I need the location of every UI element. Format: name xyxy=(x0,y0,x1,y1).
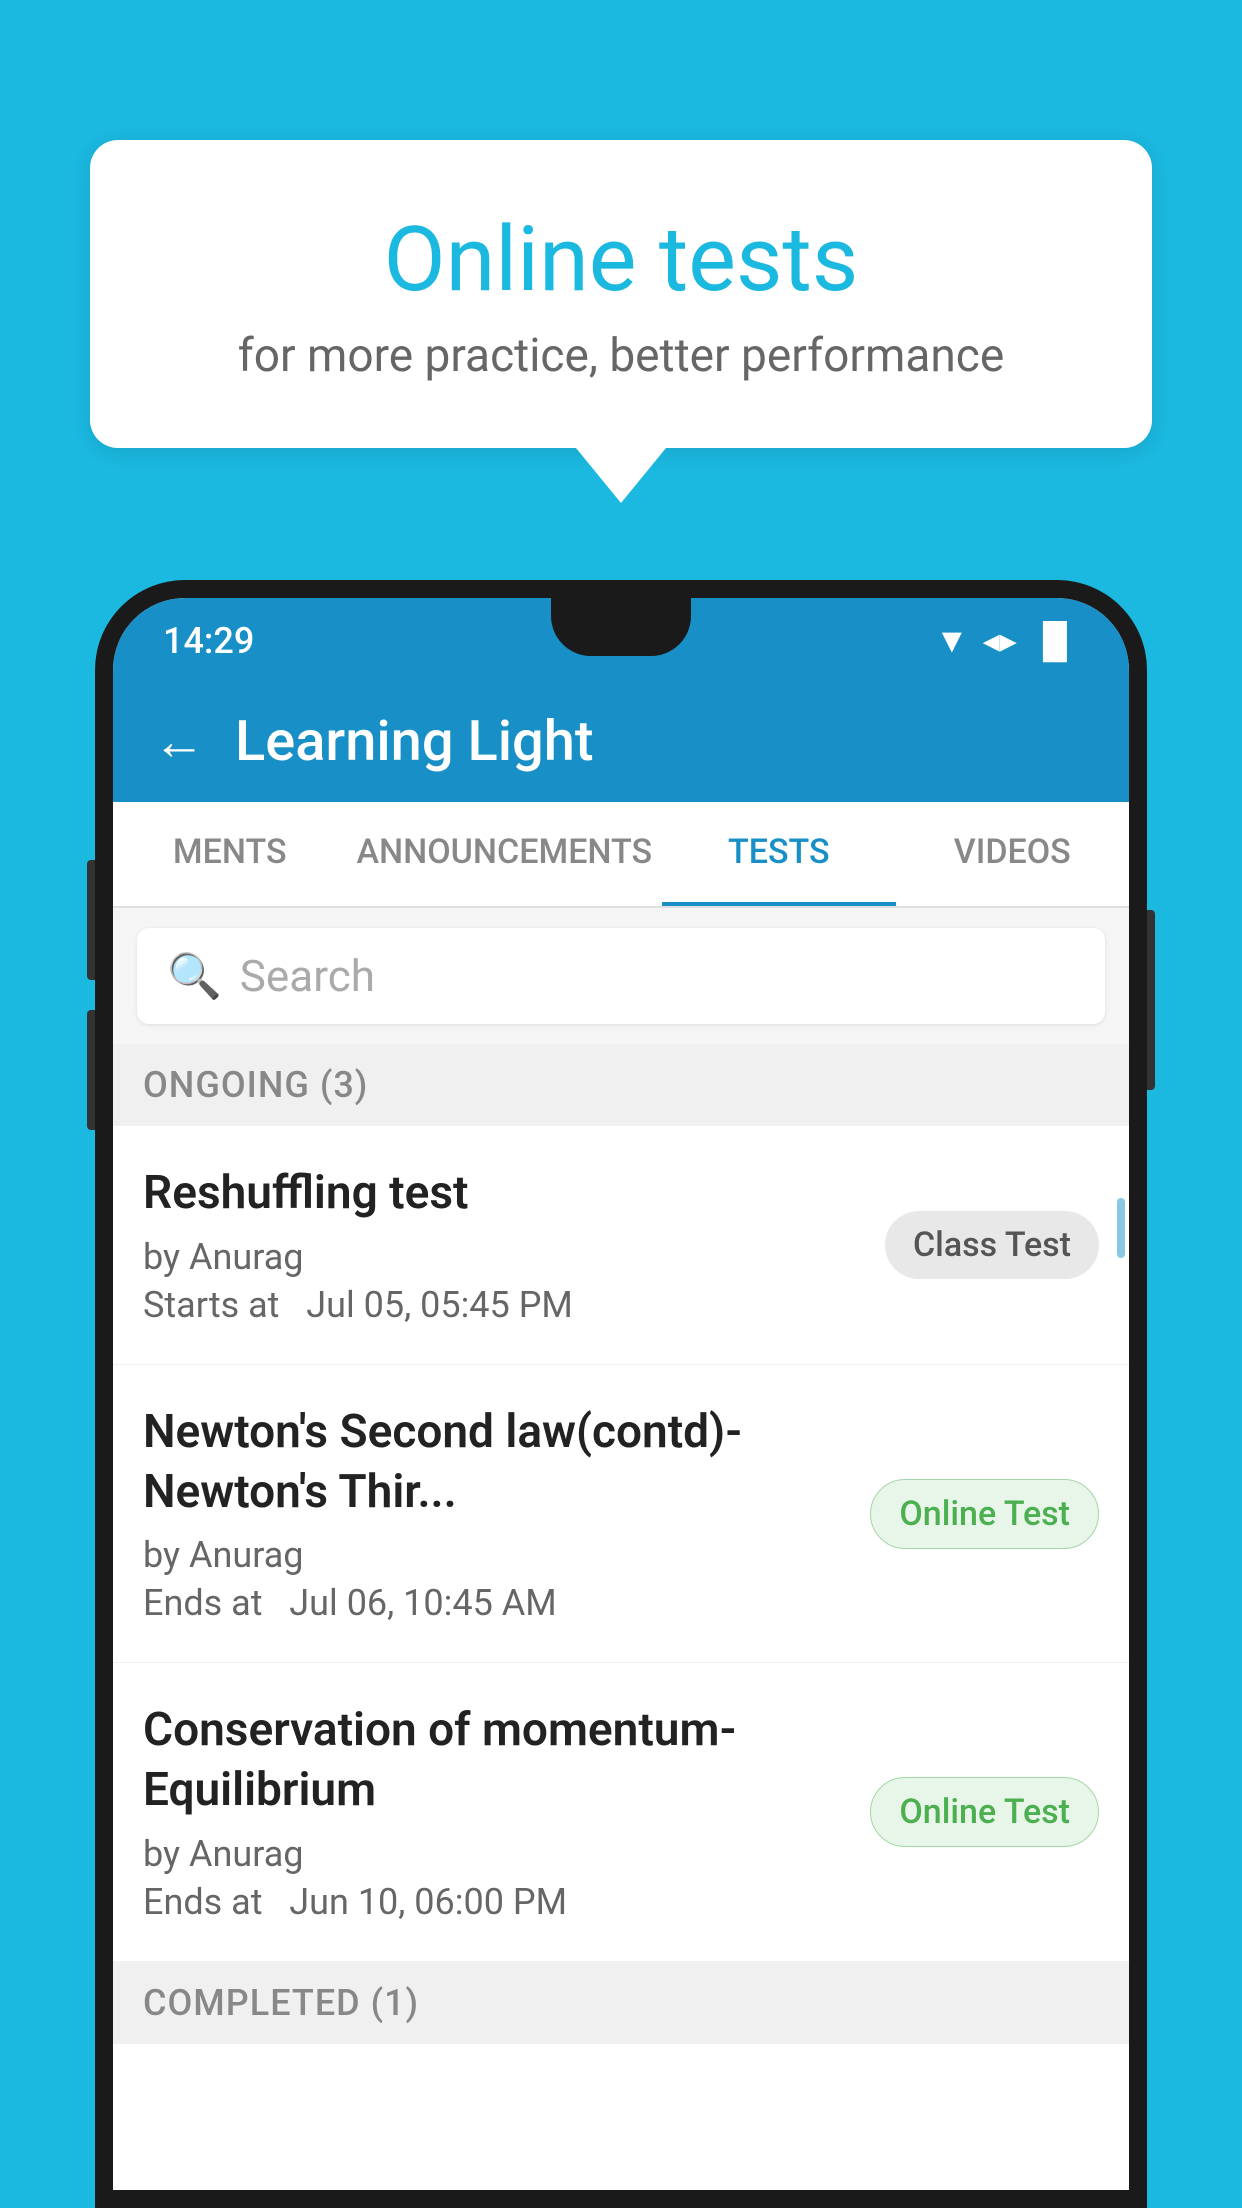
completed-section-header: COMPLETED (1) xyxy=(113,1962,1129,2044)
wifi-icon: ▼ xyxy=(935,621,969,661)
bubble-subtitle: for more practice, better performance xyxy=(150,329,1092,383)
app-bar: ← Learning Light xyxy=(113,680,1129,802)
speech-bubble: Online tests for more practice, better p… xyxy=(90,140,1152,448)
test-title-2: Newton's Second law(contd)-Newton's Thir… xyxy=(143,1403,850,1523)
search-placeholder: Search xyxy=(240,950,375,1002)
completed-label: COMPLETED (1) xyxy=(143,1982,419,2024)
test-info-1: Reshuffling test by Anurag Starts at Jul… xyxy=(143,1164,885,1326)
volume-up-button[interactable] xyxy=(87,860,95,980)
signal-icon: ◂▸ xyxy=(983,621,1017,661)
test-time-3: Ends at Jun 10, 06:00 PM xyxy=(143,1881,850,1923)
test-badge-1: Class Test xyxy=(885,1211,1099,1279)
search-bar[interactable]: 🔍 Search xyxy=(137,928,1105,1024)
test-info-2: Newton's Second law(contd)-Newton's Thir… xyxy=(143,1403,870,1625)
app-bar-title: Learning Light xyxy=(235,708,594,774)
test-item-2[interactable]: Newton's Second law(contd)-Newton's Thir… xyxy=(113,1365,1129,1664)
test-author-3: by Anurag xyxy=(143,1833,850,1875)
test-author-1: by Anurag xyxy=(143,1236,865,1278)
bubble-title: Online tests xyxy=(150,210,1092,309)
volume-down-button[interactable] xyxy=(87,1010,95,1130)
phone-frame: 14:29 ▼ ◂▸ ▐▌ ← Learning Light MENTS ANN… xyxy=(95,580,1147,2208)
tab-ments[interactable]: MENTS xyxy=(113,802,346,906)
test-author-2: by Anurag xyxy=(143,1534,850,1576)
test-item-1[interactable]: Reshuffling test by Anurag Starts at Jul… xyxy=(113,1126,1129,1365)
camera-notch xyxy=(551,598,691,656)
tab-announcements[interactable]: ANNOUNCEMENTS xyxy=(346,802,662,906)
search-icon: 🔍 xyxy=(167,950,222,1002)
test-list: Reshuffling test by Anurag Starts at Jul… xyxy=(113,1126,1129,1962)
tabs-bar: MENTS ANNOUNCEMENTS TESTS VIDEOS xyxy=(113,802,1129,908)
status-icons: ▼ ◂▸ ▐▌ xyxy=(935,621,1079,661)
test-info-3: Conservation of momentum-Equilibrium by … xyxy=(143,1701,870,1923)
tab-videos[interactable]: VIDEOS xyxy=(896,802,1129,906)
test-title-3: Conservation of momentum-Equilibrium xyxy=(143,1701,850,1821)
status-time: 14:29 xyxy=(163,620,254,662)
battery-icon: ▐▌ xyxy=(1031,621,1079,661)
test-item-3[interactable]: Conservation of momentum-Equilibrium by … xyxy=(113,1663,1129,1962)
search-container: 🔍 Search xyxy=(113,908,1129,1044)
test-title-1: Reshuffling test xyxy=(143,1164,865,1224)
scroll-indicator[interactable] xyxy=(1117,1198,1125,1258)
test-badge-3: Online Test xyxy=(870,1777,1099,1847)
test-time-1: Starts at Jul 05, 05:45 PM xyxy=(143,1284,865,1326)
phone-container: 14:29 ▼ ◂▸ ▐▌ ← Learning Light MENTS ANN… xyxy=(95,580,1147,2208)
power-button[interactable] xyxy=(1147,910,1155,1090)
ongoing-label: ONGOING (3) xyxy=(143,1064,368,1106)
bubble-arrow xyxy=(576,448,666,503)
back-button[interactable]: ← xyxy=(153,711,205,772)
speech-bubble-container: Online tests for more practice, better p… xyxy=(90,140,1152,503)
ongoing-section-header: ONGOING (3) xyxy=(113,1044,1129,1126)
phone-screen: 14:29 ▼ ◂▸ ▐▌ ← Learning Light MENTS ANN… xyxy=(113,598,1129,2190)
test-badge-2: Online Test xyxy=(870,1479,1099,1549)
test-time-2: Ends at Jul 06, 10:45 AM xyxy=(143,1582,850,1624)
tab-tests[interactable]: TESTS xyxy=(662,802,895,906)
